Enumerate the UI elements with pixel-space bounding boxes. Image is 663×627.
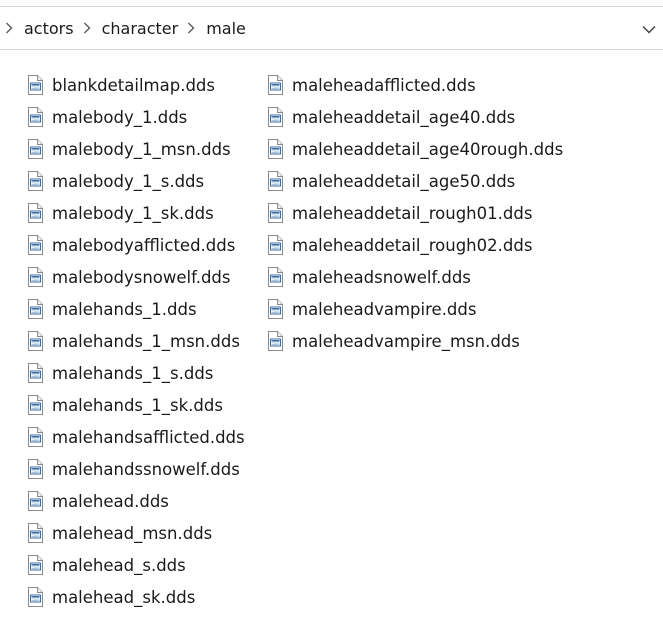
file-name: malehead_s.dds [52,555,186,575]
file-name: maleheadsnowelf.dds [292,267,471,287]
dds-file-icon [266,74,284,96]
breadcrumb-character[interactable]: character [100,19,181,38]
file-name: maleheaddetail_age40.dds [292,107,516,127]
file-item[interactable]: maleheaddetail_age40.dds [266,101,563,133]
dds-file-icon [26,298,44,320]
dds-file-icon [26,490,44,512]
file-item[interactable]: malehands_1_sk.dds [26,389,245,421]
address-dropdown-button[interactable] [635,7,663,49]
file-name: malehandssnowelf.dds [52,459,240,479]
chevron-down-icon [642,19,656,38]
file-item[interactable]: malebodysnowelf.dds [26,261,245,293]
file-item[interactable]: malehandssnowelf.dds [26,453,245,485]
file-name: malehead_msn.dds [52,523,213,543]
file-item[interactable]: malebody_1.dds [26,101,245,133]
file-item[interactable]: blankdetailmap.dds [26,69,245,101]
dds-file-icon [266,298,284,320]
dds-file-icon [26,426,44,448]
file-name: malehands_1.dds [52,299,197,319]
file-name: malebody_1_s.dds [52,171,205,191]
file-item[interactable]: maleheaddetail_age50.dds [266,165,563,197]
address-bar: actors character male [0,6,663,50]
dds-file-icon [26,138,44,160]
dds-file-icon [266,266,284,288]
file-item[interactable]: maleheadvampire.dds [266,293,563,325]
file-item[interactable]: maleheadsnowelf.dds [266,261,563,293]
dds-file-icon [266,330,284,352]
file-item[interactable]: malehead_msn.dds [26,517,245,549]
dds-file-icon [266,170,284,192]
file-name: malebodysnowelf.dds [52,267,231,287]
dds-file-icon [26,554,44,576]
file-name: maleheaddetail_age50.dds [292,171,516,191]
breadcrumb-actors[interactable]: actors [22,19,76,38]
file-item[interactable]: maleheadafflicted.dds [266,69,563,101]
dds-file-icon [26,170,44,192]
file-item[interactable]: malebody_1_sk.dds [26,197,245,229]
dds-file-icon [26,74,44,96]
file-name: maleheaddetail_rough02.dds [292,235,533,255]
file-name: malebody_1_msn.dds [52,139,231,159]
file-name: maleheaddetail_rough01.dds [292,203,533,223]
file-name: malebodyafflicted.dds [52,235,236,255]
chevron-right-icon[interactable] [0,19,18,37]
file-name: maleheadafflicted.dds [292,75,476,95]
dds-file-icon [26,586,44,608]
file-item[interactable]: maleheaddetail_age40rough.dds [266,133,563,165]
dds-file-icon [26,234,44,256]
file-item[interactable]: malehands_1_s.dds [26,357,245,389]
dds-file-icon [266,202,284,224]
file-item[interactable]: malehead.dds [26,485,245,517]
file-list-column-1: blankdetailmap.dds malebody_1.dds malebody… [26,69,245,613]
chevron-right-icon[interactable] [78,19,96,37]
file-name: maleheaddetail_age40rough.dds [292,139,564,159]
file-item[interactable]: malehandsafflicted.dds [26,421,245,453]
file-name: malehands_1_sk.dds [52,395,223,415]
dds-file-icon [26,106,44,128]
file-item[interactable]: malehead_sk.dds [26,581,245,613]
dds-file-icon [266,138,284,160]
dds-file-icon [26,330,44,352]
chevron-right-icon[interactable] [182,19,200,37]
dds-file-icon [26,394,44,416]
file-name: malehead_sk.dds [52,587,196,607]
file-name: malehands_1_msn.dds [52,331,240,351]
dds-file-icon [26,362,44,384]
file-item[interactable]: malehands_1_msn.dds [26,325,245,357]
file-item[interactable]: malebody_1_s.dds [26,165,245,197]
file-item[interactable]: malebody_1_msn.dds [26,133,245,165]
dds-file-icon [26,458,44,480]
file-item[interactable]: malehead_s.dds [26,549,245,581]
file-name: malebody_1_sk.dds [52,203,214,223]
file-item[interactable]: maleheadvampire_msn.dds [266,325,563,357]
file-item[interactable]: malebodyafflicted.dds [26,229,245,261]
dds-file-icon [26,266,44,288]
file-name: malebody_1.dds [52,107,188,127]
dds-file-icon [266,234,284,256]
breadcrumb-male[interactable]: male [204,19,248,38]
file-name: malehands_1_s.dds [52,363,214,383]
file-name: malehandsafflicted.dds [52,427,245,447]
file-item[interactable]: maleheaddetail_rough01.dds [266,197,563,229]
file-name: maleheadvampire.dds [292,299,477,319]
dds-file-icon [26,522,44,544]
file-name: blankdetailmap.dds [52,75,216,95]
file-name: maleheadvampire_msn.dds [292,331,520,351]
dds-file-icon [266,106,284,128]
dds-file-icon [26,202,44,224]
file-item[interactable]: malehands_1.dds [26,293,245,325]
file-item[interactable]: maleheaddetail_rough02.dds [266,229,563,261]
file-name: malehead.dds [52,491,169,511]
file-list-column-2: maleheadafflicted.dds maleheaddetail_age4… [266,69,563,357]
